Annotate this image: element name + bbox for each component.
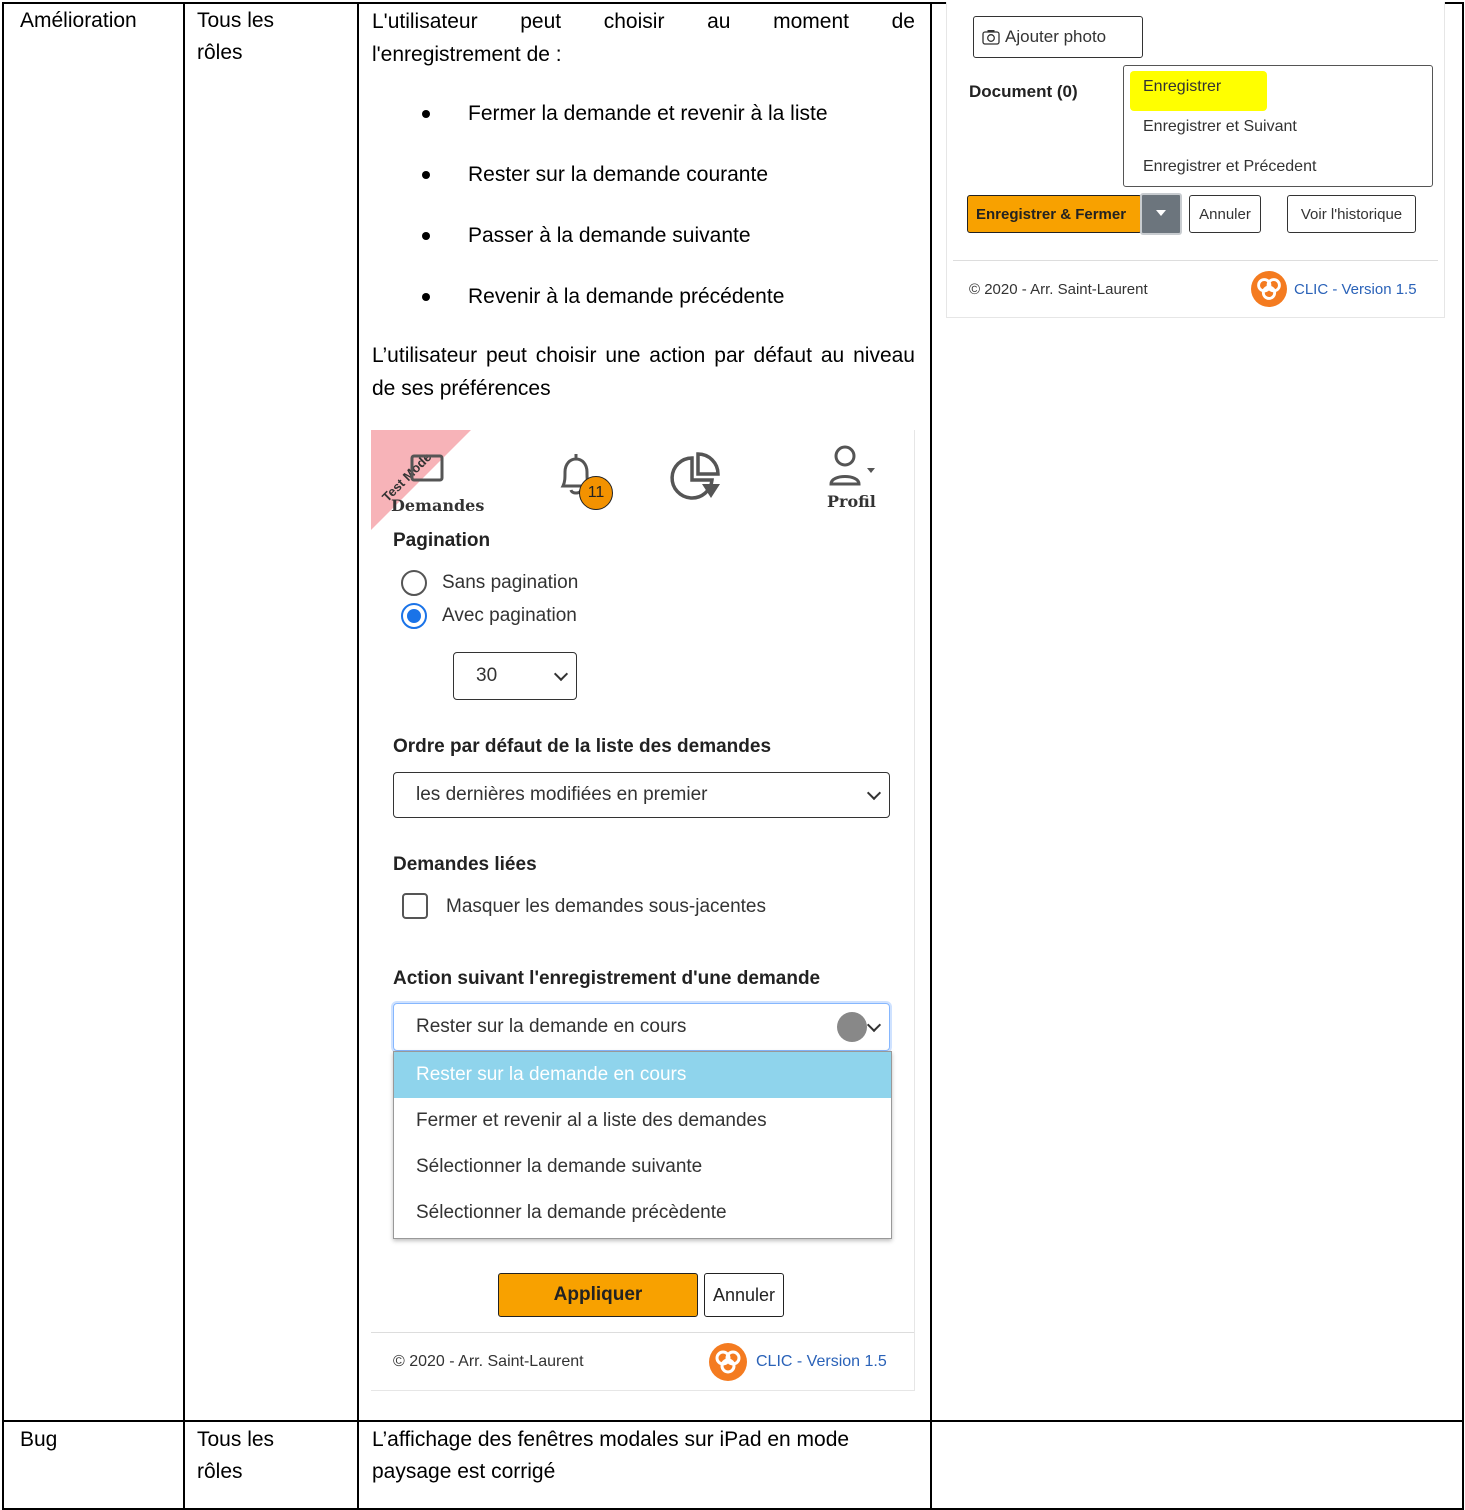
action-option[interactable]: Sélectionner la demande suivante xyxy=(394,1144,891,1190)
notification-badge: 11 xyxy=(579,476,613,510)
row2-desc: L’affichage des fenêtres modales sur iPa… xyxy=(372,1428,850,1483)
radio-label: Avec pagination xyxy=(442,605,577,626)
order-heading: Ordre par défaut de la liste des demande… xyxy=(393,736,772,757)
row1-intro-cont: l'enregistrement de : xyxy=(372,43,562,66)
pagination-heading: Pagination xyxy=(393,530,491,551)
save-and-close-button[interactable]: Enregistrer & Fermer xyxy=(967,195,1142,233)
chevron-down-icon xyxy=(866,1017,882,1033)
radio-button-checked[interactable] xyxy=(401,603,427,629)
bullet-item: Revenir à la demande précédente xyxy=(372,281,828,342)
action-option[interactable]: Sélectionner la demande précèdente xyxy=(394,1190,891,1236)
radio-button[interactable] xyxy=(401,570,427,596)
action-select[interactable]: Rester sur la demande en cours xyxy=(393,1003,890,1051)
hide-subrequests-checkbox[interactable] xyxy=(402,893,428,919)
user-icon xyxy=(829,445,875,486)
bullet-item: Fermer la demande et revenir à la liste xyxy=(372,98,828,159)
footer-version-link[interactable]: CLIC - Version 1.5 xyxy=(1294,281,1417,298)
cursor-indicator xyxy=(837,1012,867,1042)
footer-version-link[interactable]: CLIC - Version 1.5 xyxy=(756,1353,887,1371)
camera-icon xyxy=(982,30,1000,45)
pie-chart-icon xyxy=(670,452,720,500)
nav-profil-label: Profil xyxy=(827,492,876,511)
menu-item-enregistrer-suivant[interactable]: Enregistrer et Suivant xyxy=(1143,118,1297,136)
chevron-down-icon xyxy=(553,666,569,682)
footer-divider xyxy=(371,1332,914,1333)
linked-heading: Demandes liées xyxy=(393,854,537,875)
clic-logo-icon xyxy=(709,1343,747,1381)
action-options-list: Rester sur la demande en cours Fermer et… xyxy=(393,1051,892,1239)
monitor-icon xyxy=(410,454,444,482)
action-option[interactable]: Rester sur la demande en cours xyxy=(394,1052,891,1098)
row1-type: Amélioration xyxy=(20,9,137,32)
save-options-menu: Enregistrer Enregistrer et Suivant Enreg… xyxy=(1123,65,1433,187)
add-photo-button[interactable]: Ajouter photo xyxy=(973,16,1143,58)
cancel-button[interactable]: Annuler xyxy=(1189,195,1261,233)
save-menu-screenshot: Ajouter photo Document (0) Enregistrer E… xyxy=(946,2,1445,318)
bullet-item: Passer à la demande suivante xyxy=(372,220,828,281)
page-size-select[interactable]: 30 xyxy=(453,652,577,700)
radio-sans-pagination[interactable]: Sans pagination xyxy=(401,568,578,598)
row2-roles: Tous les rôles xyxy=(197,1428,275,1483)
save-options-toggle[interactable] xyxy=(1140,193,1182,235)
footer-copyright: © 2020 - Arr. Saint-Laurent xyxy=(393,1353,584,1370)
nav-statistics[interactable] xyxy=(666,450,726,510)
page-size-value: 30 xyxy=(476,665,498,686)
row1-roles: Tous les rôles xyxy=(197,9,275,64)
caret-down-icon xyxy=(1156,210,1166,216)
chevron-down-icon xyxy=(866,785,882,801)
footer-divider xyxy=(953,260,1438,261)
nav-demandes[interactable]: Demandes xyxy=(381,450,484,515)
radio-avec-pagination[interactable]: Avec pagination xyxy=(401,601,577,631)
bullet-item: Rester sur la demande courante xyxy=(372,159,828,220)
action-heading: Action suivant l'enregistrement d'une de… xyxy=(393,968,821,989)
row1-intro: L'utilisateur peut choisir au moment de xyxy=(372,10,915,33)
menu-item-enregistrer-precedent[interactable]: Enregistrer et Précedent xyxy=(1143,158,1316,176)
action-option[interactable]: Fermer et revenir al a liste des demande… xyxy=(394,1098,891,1144)
document-count: Document (0) xyxy=(969,82,1078,101)
nav-notifications[interactable]: 11 xyxy=(551,450,613,510)
nav-demandes-label: Demandes xyxy=(391,496,485,515)
apply-button[interactable]: Appliquer xyxy=(498,1273,698,1317)
preferences-panel-screenshot: Test Mode Demandes 11 Profil Pagination xyxy=(371,430,915,1391)
order-select[interactable]: les dernières modifiées en premier xyxy=(393,772,890,818)
row2-type: Bug xyxy=(20,1428,58,1451)
cancel-button[interactable]: Annuler xyxy=(704,1273,784,1317)
row1-bullet-list: Fermer la demande et revenir à la liste … xyxy=(372,98,828,342)
row1-pref-note: L’utilisateur peut choisir une action pa… xyxy=(372,344,915,400)
hide-subrequests-label: Masquer les demandes sous-jacentes xyxy=(446,896,767,917)
menu-item-enregistrer[interactable]: Enregistrer xyxy=(1143,78,1221,96)
action-value: Rester sur la demande en cours xyxy=(416,1016,687,1037)
footer-copyright: © 2020 - Arr. Saint-Laurent xyxy=(969,281,1148,298)
clic-logo-icon xyxy=(1251,271,1287,307)
add-photo-label: Ajouter photo xyxy=(1005,27,1107,46)
radio-label: Sans pagination xyxy=(442,572,579,593)
nav-profil[interactable]: Profil xyxy=(816,444,886,514)
view-history-button[interactable]: Voir l'historique xyxy=(1287,195,1416,233)
order-value: les dernières modifiées en premier xyxy=(416,784,708,805)
